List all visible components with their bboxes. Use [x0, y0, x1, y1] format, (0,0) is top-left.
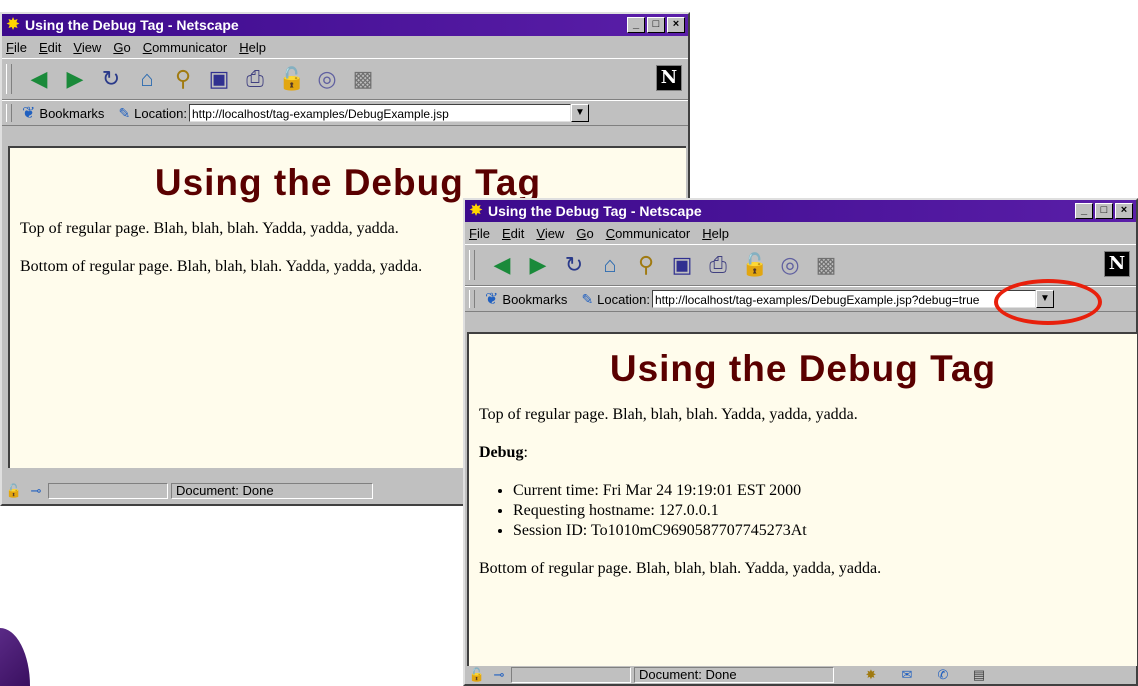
status-text: Document: Done [171, 483, 373, 499]
menu-file[interactable]: File [6, 40, 27, 55]
title-bar[interactable]: ✸ Using the Debug Tag - Netscape _ □ × [2, 14, 688, 36]
location-icon: ✎ [118, 104, 131, 121]
stop-icon[interactable]: ▩ [350, 66, 376, 92]
print-icon[interactable]: ⎙ [705, 252, 731, 278]
maximize-button[interactable]: □ [647, 17, 665, 33]
my-netscape-icon[interactable]: ▣ [669, 252, 695, 278]
navigation-toolbar: ◀ ▶ ↻ ⌂ ⚲ ▣ ⎙ 🔓 ◎ ▩ N [2, 58, 688, 100]
menu-edit[interactable]: Edit [39, 40, 61, 55]
bookmarks-icon[interactable]: ❦ [485, 289, 498, 309]
bookmarks-button[interactable]: Bookmarks [39, 106, 104, 121]
netscape-app-icon: ✸ [469, 202, 483, 219]
close-button[interactable]: × [1115, 203, 1133, 219]
bottom-text: Bottom of regular page. Blah, blah, blah… [479, 560, 882, 577]
progress-box [511, 667, 631, 683]
status-text: Document: Done [634, 667, 834, 683]
menu-bar: File Edit View Go Communicator Help [2, 36, 688, 58]
minimize-button[interactable]: _ [627, 17, 645, 33]
forward-icon[interactable]: ▶ [62, 66, 88, 92]
debug-label: Debug: [479, 444, 528, 461]
menu-go[interactable]: Go [576, 226, 593, 241]
connection-icon: ⊸ [30, 483, 42, 498]
list-item: Requesting hostname: 127.0.0.1 [513, 502, 1137, 520]
page-heading: Using the Debug Tag [609, 348, 997, 389]
home-icon[interactable]: ⌂ [134, 66, 160, 92]
menu-help[interactable]: Help [239, 40, 266, 55]
composer-icon[interactable]: ▤ [969, 667, 989, 683]
connection-icon: ⊸ [493, 667, 505, 682]
stop-icon[interactable]: ▩ [813, 252, 839, 278]
menu-view[interactable]: View [536, 226, 564, 241]
shop-icon[interactable]: ◎ [314, 66, 340, 92]
discussion-icon[interactable]: ✆ [933, 667, 953, 683]
security-icon[interactable]: 🔓 [278, 66, 305, 92]
toolbar-grip[interactable] [469, 290, 475, 308]
menu-go[interactable]: Go [113, 40, 130, 55]
list-item: Current time: Fri Mar 24 19:19:01 EST 20… [513, 482, 1137, 500]
page-content: Using the Debug Tag Top of regular page.… [467, 332, 1137, 666]
security-lock-icon[interactable]: 🔓 [4, 483, 24, 499]
security-lock-icon[interactable]: 🔓 [467, 667, 487, 683]
bookmarks-icon[interactable]: ❦ [22, 103, 35, 123]
netscape-logo: N [656, 65, 682, 91]
security-icon[interactable]: 🔓 [741, 252, 768, 278]
menu-communicator[interactable]: Communicator [606, 226, 691, 241]
location-toolbar: ❦ Bookmarks ✎ Location: http://localhost… [465, 286, 1136, 312]
menu-edit[interactable]: Edit [502, 226, 524, 241]
url-input[interactable]: http://localhost/tag-examples/DebugExamp… [188, 104, 571, 122]
shop-icon[interactable]: ◎ [777, 252, 803, 278]
window-title: Using the Debug Tag - Netscape [25, 17, 239, 33]
back-icon[interactable]: ◀ [26, 66, 52, 92]
reload-icon[interactable]: ↻ [561, 252, 587, 278]
forward-icon[interactable]: ▶ [525, 252, 551, 278]
location-toolbar: ❦ Bookmarks ✎ Location: http://localhost… [2, 100, 688, 126]
home-icon[interactable]: ⌂ [597, 252, 623, 278]
navigation-toolbar: ◀ ▶ ↻ ⌂ ⚲ ▣ ⎙ 🔓 ◎ ▩ N [465, 244, 1136, 286]
bookmarks-button[interactable]: Bookmarks [502, 292, 567, 307]
progress-box [48, 483, 168, 499]
component-bar-icon[interactable]: ✸ [861, 667, 881, 683]
maximize-button[interactable]: □ [1095, 203, 1113, 219]
menu-bar: File Edit View Go Communicator Help [465, 222, 1136, 244]
menu-help[interactable]: Help [702, 226, 729, 241]
print-icon[interactable]: ⎙ [242, 66, 268, 92]
toolbar-grip[interactable] [6, 64, 12, 94]
back-icon[interactable]: ◀ [489, 252, 515, 278]
menu-view[interactable]: View [73, 40, 101, 55]
netscape-app-icon: ✸ [6, 16, 20, 33]
mail-icon[interactable]: ✉ [897, 667, 917, 683]
title-bar[interactable]: ✸ Using the Debug Tag - Netscape _ □ × [465, 200, 1136, 222]
status-bar: 🔓 ⊸ Document: Done ✸ ✉ ✆ ▤ [465, 664, 1136, 686]
netscape-logo: N [1104, 251, 1130, 277]
top-text: Top of regular page. Blah, blah, blah. Y… [479, 406, 858, 423]
close-button[interactable]: × [667, 17, 685, 33]
minimize-button[interactable]: _ [1075, 203, 1093, 219]
search-icon[interactable]: ⚲ [633, 252, 659, 278]
url-dropdown-button[interactable]: ▼ [570, 104, 589, 122]
window-title: Using the Debug Tag - Netscape [488, 203, 702, 219]
list-item: Session ID: To1010mC9690587707745273At [513, 522, 1137, 540]
menu-communicator[interactable]: Communicator [143, 40, 228, 55]
search-icon[interactable]: ⚲ [170, 66, 196, 92]
menu-file[interactable]: File [469, 226, 490, 241]
my-netscape-icon[interactable]: ▣ [206, 66, 232, 92]
location-label: Location: [134, 105, 187, 121]
slide-decoration [0, 628, 30, 686]
location-label: Location: [597, 291, 650, 307]
toolbar-grip[interactable] [6, 104, 12, 122]
debug-list: Current time: Fri Mar 24 19:19:01 EST 20… [469, 482, 1137, 540]
url-dropdown-button[interactable]: ▼ [1035, 290, 1054, 308]
url-input[interactable]: http://localhost/tag-examples/DebugExamp… [651, 290, 1036, 308]
toolbar-grip[interactable] [469, 250, 475, 280]
reload-icon[interactable]: ↻ [98, 66, 124, 92]
browser-window-front[interactable]: ✸ Using the Debug Tag - Netscape _ □ × F… [463, 198, 1138, 686]
location-icon: ✎ [581, 290, 594, 307]
